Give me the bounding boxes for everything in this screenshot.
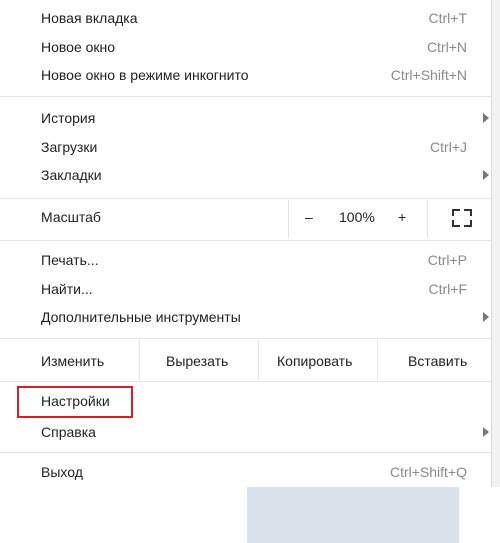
cut-button[interactable]: Вырезать — [140, 340, 258, 380]
browser-menu: Новая вкладка Ctrl+T Новое окно Ctrl+N Н… — [0, 0, 491, 487]
menu-item-label: Найти... — [41, 281, 93, 297]
menu-item-find[interactable]: Найти... Ctrl+F — [0, 276, 491, 304]
menu-item-new-tab[interactable]: Новая вкладка Ctrl+T — [0, 5, 491, 33]
paste-button[interactable]: Вставить — [378, 340, 491, 380]
zoom-divider — [427, 200, 428, 238]
menu-separator — [0, 381, 491, 382]
edit-label: Изменить — [41, 353, 105, 369]
menu-item-help[interactable]: Справка — [0, 419, 491, 447]
shortcut-text: Ctrl+N — [426, 39, 467, 55]
shortcut-text: Ctrl+J — [430, 139, 467, 155]
menu-separator — [0, 240, 491, 241]
zoom-row: Масштаб – 100% + — [0, 200, 491, 238]
menu-item-label: Закладки — [41, 167, 102, 183]
zoom-out-button[interactable]: – — [305, 209, 313, 225]
menu-item-label: Новое окно в режиме инкогнито — [41, 67, 249, 83]
zoom-level: 100% — [339, 209, 375, 225]
edit-label-cell: Изменить — [0, 340, 139, 380]
submenu-arrow-icon — [483, 113, 489, 123]
menu-item-label: Печать... — [41, 252, 99, 268]
menu-item-exit[interactable]: Выход Ctrl+Shift+Q — [0, 459, 491, 487]
scrollbar[interactable] — [491, 0, 500, 487]
menu-item-new-window[interactable]: Новое окно Ctrl+N — [0, 34, 491, 62]
menu-item-label: Справка — [41, 424, 96, 440]
shortcut-text: Ctrl+Shift+N — [390, 67, 467, 83]
menu-item-label: Дополнительные инструменты — [41, 309, 241, 325]
menu-item-label: Выход — [41, 464, 83, 480]
submenu-arrow-icon — [483, 170, 489, 180]
menu-item-bookmarks[interactable]: Закладки — [0, 162, 491, 190]
submenu-arrow-icon — [483, 427, 489, 437]
zoom-in-button[interactable]: + — [398, 209, 406, 225]
submenu-arrow-icon — [483, 312, 489, 322]
menu-item-downloads[interactable]: Загрузки Ctrl+J — [0, 134, 491, 162]
copy-label: Копировать — [277, 353, 353, 369]
menu-item-label: Загрузки — [41, 139, 98, 155]
zoom-label: Масштаб — [41, 209, 101, 225]
edit-row: Изменить Вырезать Копировать Вставить — [0, 340, 491, 380]
paste-label: Вставить — [408, 353, 468, 369]
shortcut-text: Ctrl+P — [427, 252, 467, 268]
shortcut-text: Ctrl+Shift+Q — [389, 464, 467, 480]
menu-item-incognito[interactable]: Новое окно в режиме инкогнито Ctrl+Shift… — [0, 62, 491, 90]
menu-item-label: Новая вкладка — [41, 10, 138, 26]
copy-button[interactable]: Копировать — [259, 340, 377, 380]
menu-item-label: Новое окно — [41, 39, 116, 55]
menu-item-more-tools[interactable]: Дополнительные инструменты — [0, 304, 491, 332]
shortcut-text: Ctrl+F — [428, 281, 468, 297]
shortcut-text: Ctrl+T — [428, 10, 468, 26]
settings-highlight-box — [17, 386, 133, 418]
menu-separator — [0, 198, 491, 199]
menu-separator — [0, 338, 491, 339]
menu-separator — [0, 452, 491, 453]
menu-item-label: История — [41, 110, 96, 126]
cut-label: Вырезать — [166, 353, 229, 369]
menu-separator — [0, 96, 491, 97]
menu-item-history[interactable]: История — [0, 105, 491, 133]
menu-item-print[interactable]: Печать... Ctrl+P — [0, 247, 491, 275]
zoom-divider — [288, 200, 289, 238]
fullscreen-icon[interactable] — [452, 209, 472, 227]
